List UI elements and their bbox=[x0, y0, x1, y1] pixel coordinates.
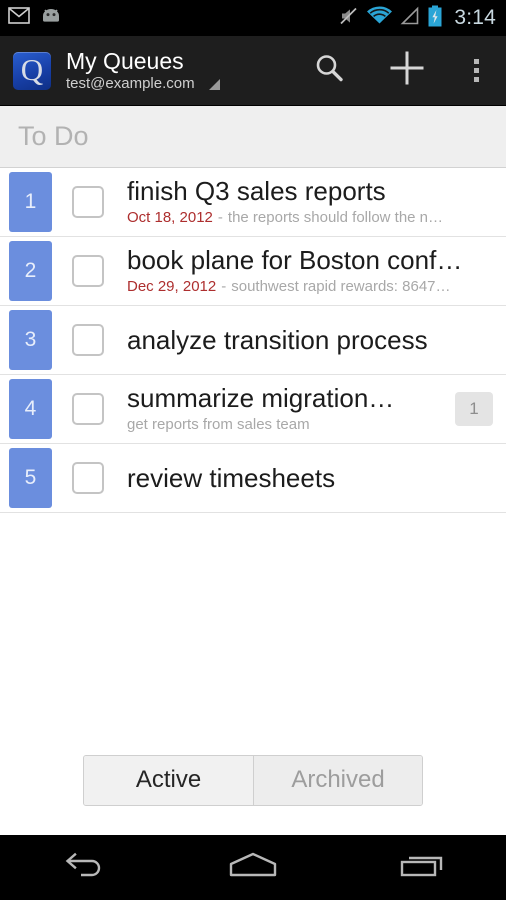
task-text-block: review timesheets bbox=[127, 444, 506, 512]
table-row[interactable]: 5 review timesheets bbox=[0, 444, 506, 513]
task-subtitle: get reports from sales team bbox=[127, 414, 447, 436]
overflow-menu-button[interactable] bbox=[446, 36, 506, 106]
task-due-date: Oct 18, 2012 bbox=[127, 208, 213, 226]
task-position-badge: 4 bbox=[9, 379, 52, 439]
task-list: 1 finish Q3 sales reports Oct 18, 2012 -… bbox=[0, 168, 506, 725]
status-bar: 3:14 bbox=[0, 0, 506, 36]
account-email: test@example.com bbox=[66, 75, 195, 92]
android-mascot-icon bbox=[39, 7, 63, 29]
tab-active[interactable]: Active bbox=[84, 755, 253, 805]
task-position-badge: 1 bbox=[9, 172, 52, 232]
task-due-date: Dec 29, 2012 bbox=[127, 277, 217, 295]
home-icon bbox=[225, 850, 281, 885]
wifi-icon bbox=[366, 5, 393, 31]
task-title: finish Q3 sales reports bbox=[127, 175, 386, 206]
task-checkbox[interactable] bbox=[72, 324, 104, 356]
filter-toggle-area: Active Archived bbox=[0, 725, 506, 835]
add-button[interactable] bbox=[368, 36, 446, 106]
task-checkbox[interactable] bbox=[72, 255, 104, 287]
task-subtitle: Oct 18, 2012 - the reports should follow… bbox=[127, 207, 498, 229]
recent-apps-icon bbox=[396, 850, 448, 885]
task-title: book plane for Boston conf… bbox=[127, 244, 463, 275]
task-title: review timesheets bbox=[127, 462, 336, 493]
status-bar-notifications bbox=[8, 7, 63, 29]
section-header-label: To Do bbox=[18, 121, 89, 151]
table-row[interactable]: 4 summarize migration… get reports from … bbox=[0, 375, 506, 444]
page-title: My Queues bbox=[66, 48, 184, 74]
nav-back-button[interactable] bbox=[0, 850, 169, 885]
cell-signal-icon bbox=[400, 6, 420, 31]
task-text-block: summarize migration… get reports from sa… bbox=[127, 375, 455, 443]
table-row[interactable]: 3 analyze transition process bbox=[0, 306, 506, 375]
add-icon bbox=[388, 49, 426, 92]
task-separator: - bbox=[221, 277, 227, 295]
status-bar-clock: 3:14 bbox=[454, 6, 496, 29]
battery-charging-icon bbox=[427, 5, 443, 32]
android-navigation-bar bbox=[0, 835, 506, 900]
status-bar-system-icons: 3:14 bbox=[338, 5, 496, 32]
task-title: analyze transition process bbox=[127, 324, 428, 355]
back-icon bbox=[59, 850, 109, 885]
task-text-block: book plane for Boston conf… Dec 29, 2012… bbox=[127, 237, 506, 305]
task-description: get reports from sales team bbox=[127, 415, 310, 433]
overflow-menu-icon bbox=[473, 59, 479, 82]
section-header-todo: To Do bbox=[0, 106, 506, 168]
table-row[interactable]: 1 finish Q3 sales reports Oct 18, 2012 -… bbox=[0, 168, 506, 237]
queues-q-logo[interactable]: Q bbox=[13, 51, 51, 90]
task-checkbox[interactable] bbox=[72, 186, 104, 218]
task-description: southwest rapid rewards: 8647… bbox=[231, 277, 451, 295]
action-bar-buttons bbox=[290, 36, 506, 105]
task-subtitle: Dec 29, 2012 - southwest rapid rewards: … bbox=[127, 276, 498, 298]
gmail-icon bbox=[8, 7, 30, 29]
phone-screen: 3:14 Q My Queues test@example.com To Do … bbox=[0, 0, 506, 900]
task-text-block: finish Q3 sales reports Oct 18, 2012 - t… bbox=[127, 168, 506, 236]
account-selector[interactable]: test@example.com bbox=[66, 74, 220, 93]
filter-segmented-control: Active Archived bbox=[83, 754, 423, 806]
task-description: the reports should follow the n… bbox=[227, 208, 444, 226]
table-row[interactable]: 2 book plane for Boston conf… Dec 29, 20… bbox=[0, 237, 506, 306]
search-button[interactable] bbox=[290, 36, 368, 106]
task-title: summarize migration… bbox=[127, 382, 395, 413]
action-bar-title-block[interactable]: My Queues test@example.com bbox=[66, 48, 220, 93]
dropdown-triangle-icon bbox=[208, 79, 220, 90]
task-position-badge: 3 bbox=[9, 310, 52, 370]
nav-recents-button[interactable] bbox=[337, 850, 506, 885]
task-text-block: analyze transition process bbox=[127, 306, 506, 374]
task-position-badge: 2 bbox=[9, 241, 52, 301]
logo-letter: Q bbox=[20, 52, 44, 87]
mute-icon bbox=[338, 6, 359, 31]
task-checkbox[interactable] bbox=[72, 393, 104, 425]
task-separator: - bbox=[217, 208, 223, 226]
task-position-badge: 5 bbox=[9, 448, 52, 508]
action-bar: Q My Queues test@example.com bbox=[0, 36, 506, 106]
nav-home-button[interactable] bbox=[169, 850, 338, 885]
tab-archived[interactable]: Archived bbox=[253, 755, 422, 805]
task-count-badge[interactable]: 1 bbox=[455, 392, 493, 426]
search-icon bbox=[312, 51, 346, 90]
task-checkbox[interactable] bbox=[72, 462, 104, 494]
